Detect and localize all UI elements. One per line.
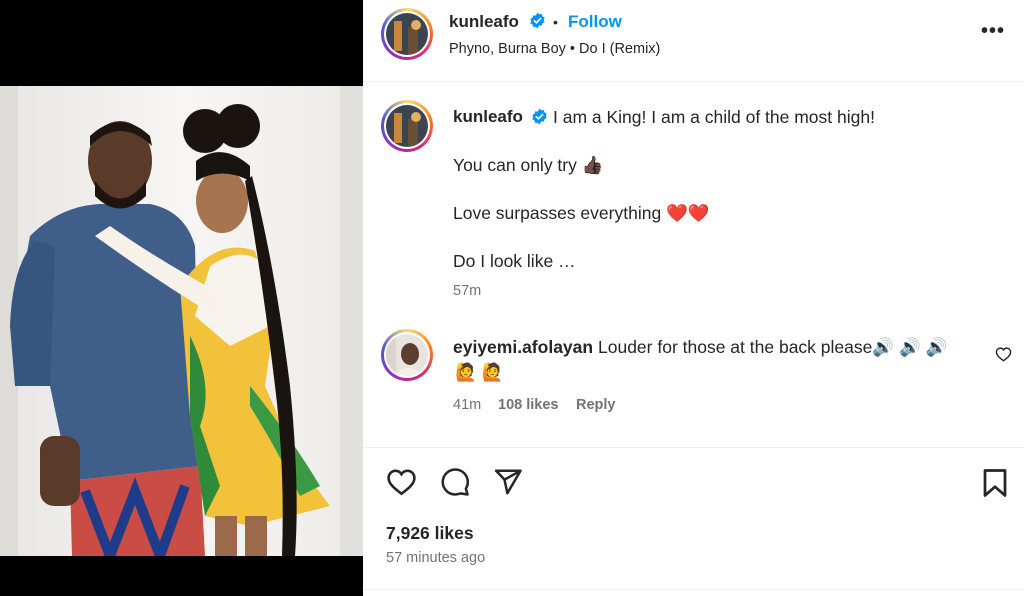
author-avatar[interactable] xyxy=(381,8,433,60)
comment-time[interactable]: 41m xyxy=(453,397,481,413)
caption-line-2: You can only try 👍🏿 xyxy=(453,155,604,175)
share-icon[interactable] xyxy=(493,467,523,497)
author-username[interactable]: kunleafo xyxy=(449,12,519,32)
caption-line-3: Love surpasses everything ❤️❤️ xyxy=(453,203,710,223)
verified-icon xyxy=(530,12,545,29)
bookmark-icon[interactable] xyxy=(982,468,1008,498)
comment-likes[interactable]: 108 likes xyxy=(498,397,558,413)
post-header: kunleafo • Follow Phyno, Burna Boy • Do … xyxy=(363,0,1024,82)
post-media[interactable] xyxy=(0,0,363,596)
comment-reply-button[interactable]: Reply xyxy=(576,397,616,413)
commenter-avatar[interactable] xyxy=(381,329,433,381)
post-time-ago[interactable]: 57 minutes ago xyxy=(386,550,485,566)
follow-button[interactable]: Follow xyxy=(568,12,622,32)
actions-divider xyxy=(363,447,1024,448)
comment-text: Louder for those at the back please🔊 🔊 🔊 xyxy=(598,337,948,357)
caption-avatar[interactable] xyxy=(381,100,433,152)
post-panel: kunleafo • Follow Phyno, Burna Boy • Do … xyxy=(363,0,1024,596)
commenter-username[interactable]: eyiyemi.afolayan xyxy=(453,337,593,358)
footer-divider xyxy=(363,589,1024,590)
comment-emojis: 🙋 🙋 xyxy=(455,362,504,382)
audio-track[interactable]: Phyno, Burna Boy • Do I (Remix) xyxy=(449,41,660,57)
likes-count[interactable]: 7,926 likes xyxy=(386,523,474,544)
heart-icon[interactable] xyxy=(386,467,417,496)
comment-icon[interactable] xyxy=(440,467,470,497)
more-options-icon[interactable]: ••• xyxy=(981,20,1005,43)
post-photo[interactable] xyxy=(0,86,363,556)
caption-line-4: Do I look like … xyxy=(453,251,576,271)
verified-icon xyxy=(532,108,547,125)
caption-username[interactable]: kunleafo xyxy=(453,107,523,127)
separator-dot: • xyxy=(553,14,558,30)
caption-time[interactable]: 57m xyxy=(453,283,481,299)
caption-line-1: I am a King! I am a child of the most hi… xyxy=(553,107,875,127)
comment-like-heart-icon[interactable] xyxy=(995,346,1012,362)
